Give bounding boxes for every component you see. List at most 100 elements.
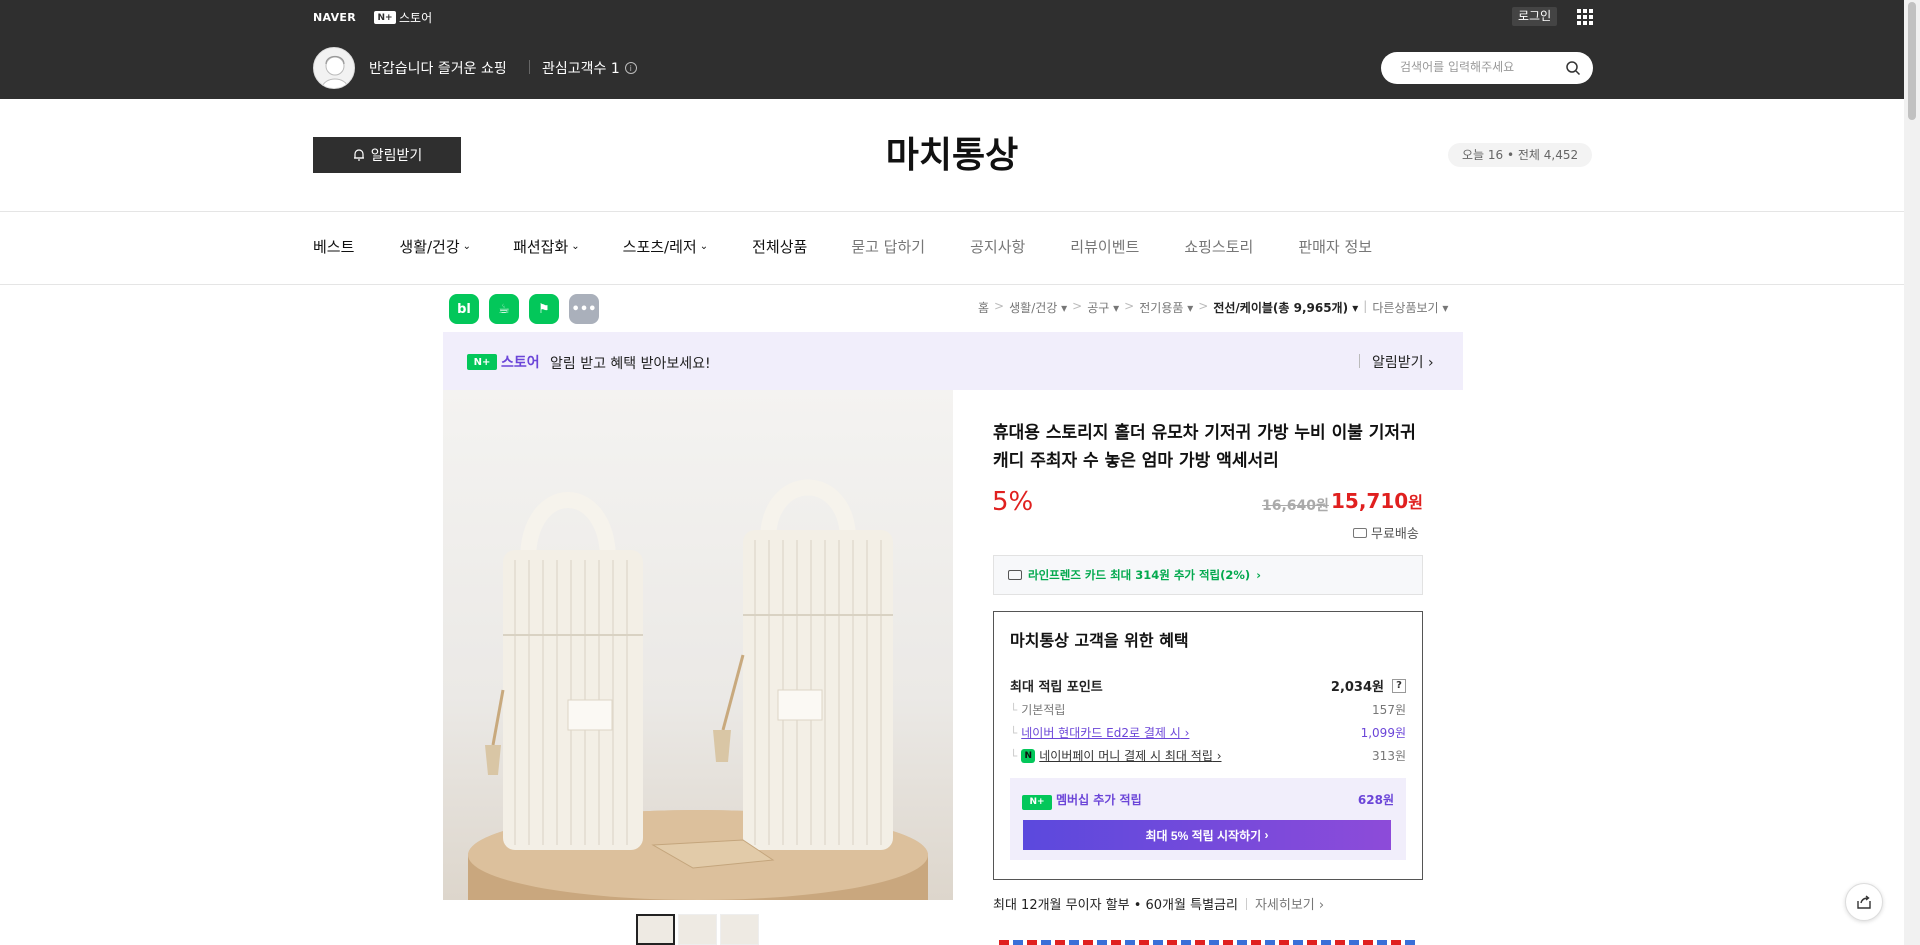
installment-divider [1245, 897, 1247, 910]
nav-item-3[interactable]: 스포츠/레저 ⌄ [623, 237, 708, 257]
naver-logo[interactable]: NAVER [313, 11, 356, 24]
nav-divider [0, 284, 1904, 285]
nav-item-label: 쇼핑스토리 [1184, 238, 1254, 256]
card-offer-text: 라인프렌즈 카드 최대 314원 추가 적립(2%) [1028, 568, 1251, 582]
floating-share-button[interactable] [1845, 883, 1883, 921]
scrollbar-thumb[interactable] [1908, 2, 1916, 120]
nplus-store-brand: N+ 스토어 [467, 352, 540, 372]
installment-more-link[interactable]: 자세히보기 › [1255, 894, 1324, 913]
login-button[interactable]: 로그인 [1512, 7, 1558, 26]
nav-item-label: 리뷰이벤트 [1070, 238, 1140, 256]
nav-item-5[interactable]: 묻고 답하기 [851, 237, 925, 257]
product-title: 휴대용 스토리지 홀더 유모차 기저귀 가방 누비 이불 기저귀 캐디 주최자 … [993, 423, 1416, 471]
blog-share-icon[interactable]: bl [449, 294, 479, 324]
max-point-row: 최대 적립 포인트 2,034원? [1010, 676, 1406, 695]
chevron-down-icon: ⌄ [571, 241, 580, 252]
store-avatar[interactable] [313, 47, 355, 89]
thumbnail-2[interactable] [678, 914, 717, 945]
tree-branch-icon: └ [1010, 725, 1018, 740]
breadcrumb-cat2[interactable]: 공구 ▾ [1087, 299, 1119, 316]
breadcrumb-home[interactable]: 홈 [978, 299, 989, 316]
greeting-divider [529, 60, 530, 74]
thumbnail-strip [636, 914, 759, 945]
nav-item-7[interactable]: 리뷰이벤트 [1070, 237, 1139, 257]
share-icon [1857, 895, 1871, 909]
breadcrumb: 홈 > 생활/건강 ▾ > 공구 ▾ > 전기용품 ▾ > 전선/케이블(총 9… [978, 299, 1448, 316]
nav-item-label: 묻고 답하기 [851, 238, 926, 256]
tree-branch-icon: └ [1010, 702, 1018, 717]
membership-start-button[interactable]: 최대 5% 적립 시작하기 › [1023, 820, 1391, 850]
sale-price-unit: 원 [1408, 493, 1423, 512]
nav-item-label: 전체상품 [752, 238, 808, 256]
chevron-right-icon: › [1256, 568, 1261, 582]
card-point-value: 1,099원 [1360, 726, 1406, 740]
nav-item-6[interactable]: 공지사항 [970, 237, 1025, 257]
nplus-badge-icon: N+ [374, 11, 396, 24]
nav-item-4[interactable]: 전체상품 [752, 237, 807, 257]
card-offer-link[interactable]: 라인프렌즈 카드 최대 314원 추가 적립(2%) › [993, 555, 1423, 595]
share-icons: bl ☕ ⚑ ••• [449, 294, 599, 324]
band-share-icon[interactable]: ⚑ [529, 294, 559, 324]
membership-box: N+ 멤버십 추가 적립 628원 최대 5% 적립 시작하기 › [1010, 778, 1406, 860]
nav-item-label: 베스트 [313, 238, 355, 256]
header-divider [0, 211, 1904, 212]
banner-message: 알림 받고 혜택 받아보세요! [550, 356, 711, 372]
original-price: 16,640원 [1262, 498, 1329, 514]
card-point-link[interactable]: 네이버 현대카드 Ed2로 결제 시 › [1021, 724, 1189, 741]
cafe-share-icon[interactable]: ☕ [489, 294, 519, 324]
nav-item-1[interactable]: 생활/건강 ⌄ [399, 237, 471, 257]
coupon-border-decoration [999, 940, 1419, 945]
other-products-link[interactable]: 다른상품보기 ▾ [1372, 299, 1448, 316]
nav-item-2[interactable]: 패션잡화 ⌄ [513, 237, 580, 257]
nplus-badge-icon: N+ [1022, 794, 1052, 810]
membership-start-label: 최대 5% 적립 시작하기 [1145, 828, 1262, 843]
benefit-title: 마치통상 고객을 위한 혜택 [1010, 631, 1189, 650]
more-share-icon[interactable]: ••• [569, 294, 599, 324]
sale-price: 15,710원 [1331, 489, 1423, 513]
credit-card-icon [1008, 570, 1022, 580]
notification-promo-banner: N+ 스토어 알림 받고 혜택 받아보세요! 알림받기 › [443, 332, 1463, 390]
banner-alarm-link[interactable]: 알림받기 › [1372, 352, 1434, 372]
npay-point-link[interactable]: 네이버페이 머니 결제 시 최대 적립 › [1039, 747, 1221, 764]
nav-item-8[interactable]: 쇼핑스토리 [1184, 237, 1253, 257]
help-icon[interactable]: ? [1392, 678, 1406, 693]
max-point-value: 2,034원 [1330, 680, 1384, 695]
breadcrumb-current[interactable]: 전선/케이블(총 9,965개) ▾ [1213, 299, 1358, 316]
base-point-row: └ 기본적립 157원 [1010, 701, 1406, 718]
npay-icon: N [1021, 748, 1036, 763]
profile-face-icon [321, 55, 349, 88]
product-main-image[interactable] [443, 390, 953, 900]
nplus-store-brand-label: 스토어 [501, 355, 540, 371]
membership-value: 628원 [1357, 793, 1394, 807]
apps-grid-icon[interactable] [1577, 9, 1593, 25]
sale-price-value: 15,710 [1331, 489, 1409, 513]
breadcrumb-cat3[interactable]: 전기용품 ▾ [1139, 299, 1193, 316]
thumbnail-1[interactable] [636, 914, 675, 945]
breadcrumb-separator-icon: > [1198, 299, 1209, 313]
breadcrumb-divider: | [1363, 299, 1368, 313]
product-photo [468, 479, 928, 900]
breadcrumb-separator-icon: > [994, 299, 1005, 313]
nav-item-9[interactable]: 판매자 정보 [1298, 237, 1372, 257]
search-input[interactable] [1400, 60, 1560, 74]
search-icon[interactable] [1565, 60, 1581, 76]
greeting-text: 반갑습니다 즐거운 쇼핑 [369, 61, 507, 77]
breadcrumb-separator-icon: > [1072, 299, 1083, 313]
interested-customers[interactable]: 관심고객수 1 i [542, 58, 637, 78]
discount-rate: 5% [992, 487, 1034, 517]
base-point-label: 기본적립 [1021, 703, 1066, 717]
membership-label: 멤버십 추가 적립 [1056, 793, 1142, 807]
visitor-count: 오늘 16 • 전체 4,452 [1448, 143, 1593, 167]
nplus-badge-icon: N+ [467, 354, 497, 370]
search-box [1381, 52, 1593, 84]
nav-item-label: 패션잡화 [513, 238, 569, 256]
breadcrumb-cat1[interactable]: 생활/건강 ▾ [1009, 299, 1067, 316]
store-title[interactable]: 마치통상 [0, 126, 1904, 178]
nav-item-0[interactable]: 베스트 [313, 237, 354, 257]
npay-point-row: └ N 네이버페이 머니 결제 시 최대 적립 › 313원 [1010, 747, 1406, 764]
scrollbar-track[interactable] [1904, 0, 1920, 945]
thumbnail-3[interactable] [720, 914, 759, 945]
info-icon[interactable]: i [624, 62, 637, 74]
nplus-store-link[interactable]: N+ 스토어 [374, 9, 432, 26]
shipping-info: 무료배송 [1353, 523, 1419, 542]
